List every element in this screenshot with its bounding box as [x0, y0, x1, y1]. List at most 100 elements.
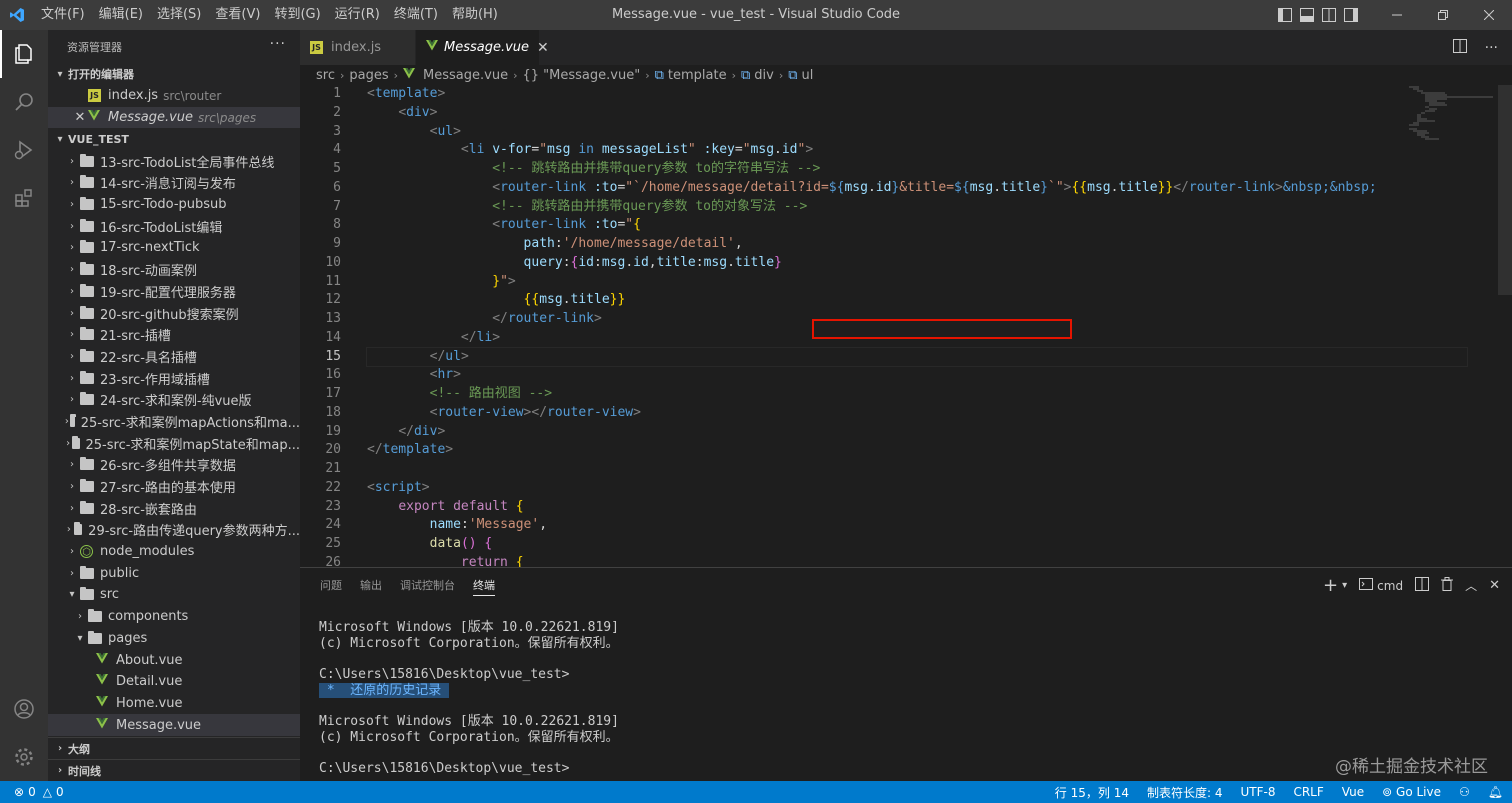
tab-size[interactable]: 制表符长度: 4 [1138, 784, 1232, 801]
close-icon[interactable]: ✕ [72, 110, 88, 125]
breadcrumb-item[interactable]: template [668, 68, 727, 83]
language-mode[interactable]: Vue [1333, 785, 1373, 799]
tree-folder[interactable]: › 24-src-求和案例-纯vue版 [48, 389, 300, 411]
timeline-section[interactable]: › 时间线 [48, 759, 300, 781]
tree-folder[interactable]: › 16-src-TodoList编辑 [48, 215, 300, 237]
tab-debug-console[interactable]: 调试控制台 [400, 568, 455, 603]
tree-folder[interactable]: › 25-src-求和案例mapState和map... [48, 432, 300, 454]
toggle-panel-icon[interactable] [1296, 0, 1318, 30]
tree-folder[interactable]: › 13-src-TodoList全局事件总线 [48, 150, 300, 172]
tab-output[interactable]: 输出 [360, 568, 382, 603]
minimize-icon[interactable] [1374, 0, 1420, 30]
editor-actions: ··· [1452, 30, 1498, 65]
tree-file[interactable]: About.vue [48, 649, 300, 671]
tree-file[interactable]: Detail.vue [48, 671, 300, 693]
menu-go[interactable]: 转到(G) [267, 0, 327, 30]
tree-folder[interactable]: › 27-src-路由的基本使用 [48, 476, 300, 498]
tree-folder[interactable]: › 25-src-求和案例mapActions和ma... [48, 411, 300, 433]
breadcrumb-item[interactable]: {} "Message.vue" [523, 68, 641, 83]
encoding[interactable]: UTF-8 [1231, 785, 1284, 799]
tree-file[interactable]: Home.vue [48, 693, 300, 715]
tab-terminal[interactable]: 终端 [473, 568, 495, 603]
close-panel-icon[interactable]: ✕ [1489, 578, 1500, 593]
outline-section[interactable]: › 大纲 [48, 737, 300, 759]
tree-folder[interactable]: › 17-src-nextTick [48, 237, 300, 259]
breadcrumb-item[interactable]: Message.vue [423, 68, 508, 83]
open-editor-index-js[interactable]: JS index.js src\router [48, 85, 300, 107]
go-live-button[interactable]: ⊚ Go Live [1373, 785, 1450, 799]
code-line: </div> [398, 423, 446, 439]
run-debug-icon[interactable] [0, 126, 48, 174]
breadcrumb-item[interactable]: src [316, 68, 335, 83]
code-editor[interactable]: 1 2 3 4 5 6 7 8 9 10 11 12 13 14 15 16 17 18 19 20 21 22 23 24 2… [300, 85, 1512, 567]
tree-components[interactable]: › components [48, 606, 300, 628]
manage-gear-icon[interactable] [0, 733, 48, 781]
extensions-icon[interactable] [0, 174, 48, 222]
tab-message-vue[interactable]: Message.vue ✕ [416, 30, 549, 65]
maximize-panel-icon[interactable]: ︿ [1465, 577, 1477, 594]
end-of-line[interactable]: CRLF [1284, 785, 1332, 799]
code-line: <!-- 路由视图 --> [429, 386, 553, 401]
tree-file[interactable]: Message.vue [48, 714, 300, 736]
tree-folder[interactable]: › 18-src-动画案例 [48, 259, 300, 281]
search-icon[interactable] [0, 78, 48, 126]
tree-folder[interactable]: › 23-src-作用域插槽 [48, 367, 300, 389]
split-terminal-icon[interactable] [1415, 576, 1430, 595]
toggle-secondary-sidebar-icon[interactable] [1318, 0, 1340, 30]
tab-index-js[interactable]: JS index.js [300, 30, 416, 65]
terminal-output[interactable]: Microsoft Windows [版本 10.0.22621.819] (c… [319, 620, 619, 777]
problems-status[interactable]: ⊗ 0 △ 0 [0, 785, 64, 799]
tree-public[interactable]: › public [48, 562, 300, 584]
chevron-down-icon: ▾ [57, 133, 63, 145]
split-editor-icon[interactable] [1452, 38, 1467, 57]
tree-folder[interactable]: › 21-src-插槽 [48, 324, 300, 346]
tab-close-icon[interactable]: ✕ [537, 40, 549, 56]
more-actions-icon[interactable]: ··· [1485, 40, 1498, 56]
tree-node-modules[interactable]: › ⬡ node_modules [48, 541, 300, 563]
chevron-right-icon: › [70, 242, 74, 254]
tree-pages[interactable]: ▾ pages [48, 628, 300, 650]
project-section[interactable]: ▾ VUE_TEST [48, 128, 300, 150]
menu-help[interactable]: 帮助(H) [445, 0, 505, 30]
menu-edit[interactable]: 编辑(E) [92, 0, 150, 30]
minimap[interactable] [1405, 85, 1500, 145]
new-terminal-icon[interactable]: + [1323, 575, 1338, 596]
trash-icon[interactable] [1441, 576, 1454, 595]
breadcrumb-item[interactable]: div [754, 68, 774, 83]
customize-layout-icon[interactable] [1340, 0, 1362, 30]
breadcrumb-item[interactable]: pages [349, 68, 388, 83]
tree-folder[interactable]: › 14-src-消息订阅与发布 [48, 172, 300, 194]
open-editors-section[interactable]: ▾ 打开的编辑器 [48, 63, 300, 85]
open-editor-message-vue[interactable]: ✕ Message.vue src\pages [48, 106, 300, 129]
tree-folder[interactable]: › 26-src-多组件共享数据 [48, 454, 300, 476]
toggle-sidebar-icon[interactable] [1274, 0, 1296, 30]
restore-icon[interactable] [1420, 0, 1466, 30]
notifications-bell-icon[interactable]: 🔔︎ [1479, 785, 1512, 799]
terminal-shell-icon[interactable] [1359, 577, 1374, 594]
tree-src[interactable]: ▾ src [48, 584, 300, 606]
tree-folder[interactable]: › 28-src-嵌套路由 [48, 497, 300, 519]
breadcrumb-item[interactable]: ul [802, 68, 814, 83]
editor-scrollbar[interactable] [1498, 85, 1512, 295]
tree-folder[interactable]: › 29-src-路由传递query参数两种方... [48, 519, 300, 541]
more-actions-icon[interactable]: ··· [270, 36, 286, 52]
tree-folder[interactable]: › 19-src-配置代理服务器 [48, 281, 300, 303]
code-line: <script> [367, 479, 430, 495]
cursor-position[interactable]: 行 15，列 14 [1046, 784, 1138, 801]
menu-file[interactable]: 文件(F) [34, 0, 92, 30]
tab-problems[interactable]: 问题 [320, 568, 342, 603]
menu-selection[interactable]: 选择(S) [150, 0, 208, 30]
tree-folder[interactable]: › 15-src-Todo-pubsub [48, 194, 300, 216]
explorer-icon[interactable] [0, 30, 48, 78]
menu-terminal[interactable]: 终端(T) [387, 0, 445, 30]
menu-run[interactable]: 运行(R) [328, 0, 387, 30]
account-status-icon[interactable]: ⚇ [1450, 785, 1479, 799]
chevron-down-icon[interactable]: ▾ [1342, 580, 1347, 591]
menu-view[interactable]: 查看(V) [208, 0, 267, 30]
terminal-shell-name[interactable]: cmd [1377, 579, 1403, 593]
account-icon[interactable] [0, 685, 48, 733]
close-window-icon[interactable] [1466, 0, 1512, 30]
tree-label: 17-src-nextTick [100, 240, 200, 256]
tree-folder[interactable]: › 22-src-具名插槽 [48, 346, 300, 368]
tree-folder[interactable]: › 20-src-github搜索案例 [48, 302, 300, 324]
